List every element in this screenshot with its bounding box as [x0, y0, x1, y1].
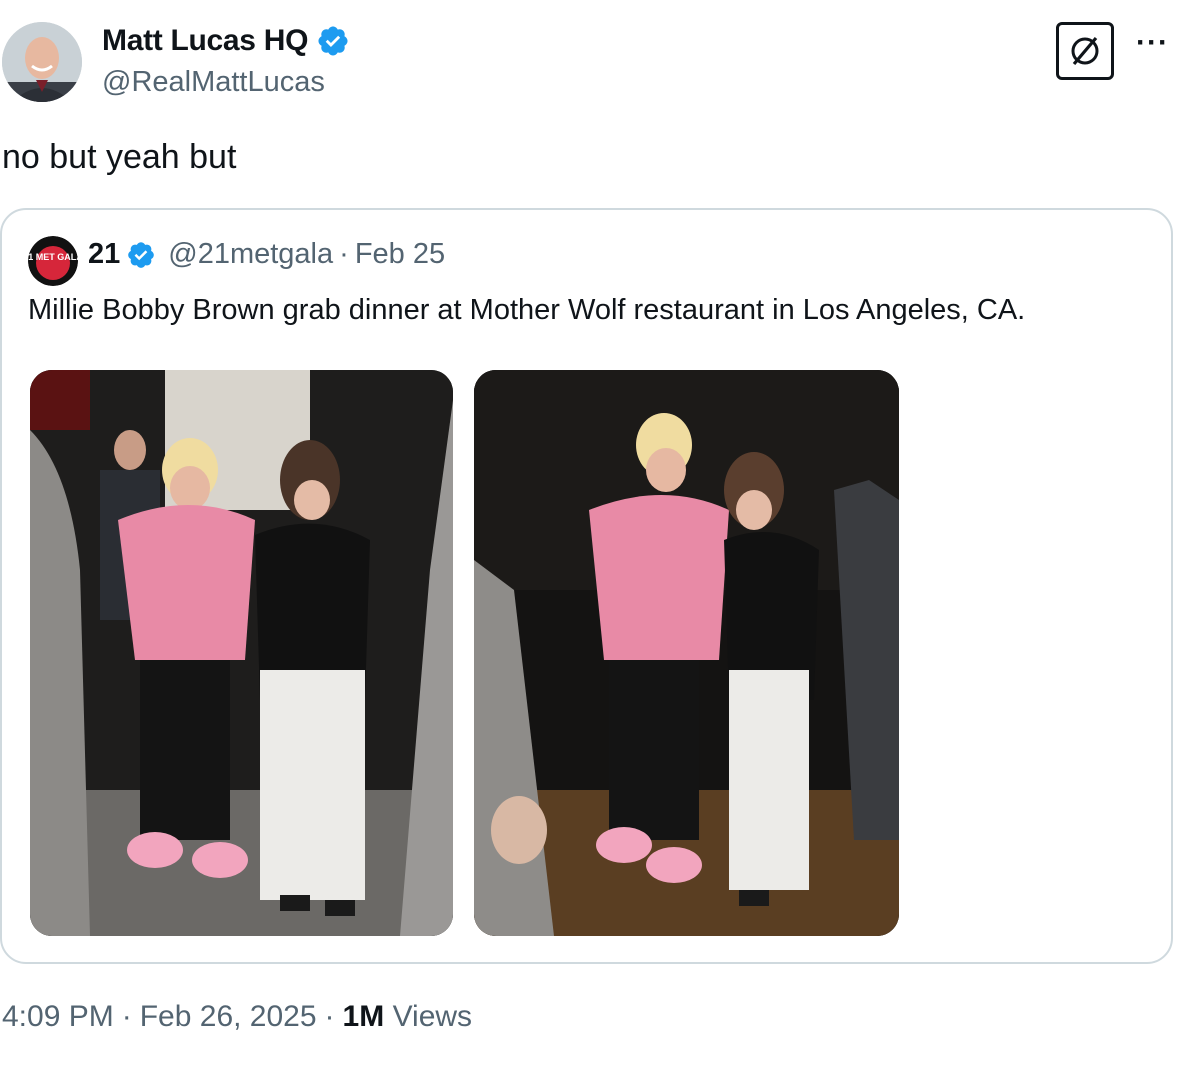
grok-button[interactable] — [1056, 22, 1114, 80]
quoted-photo-2[interactable] — [474, 370, 899, 936]
quoted-verified-badge-icon — [128, 241, 155, 268]
quoted-photo-1[interactable] — [30, 370, 453, 936]
tweet-text: no but yeah but — [2, 138, 237, 176]
quoted-author-display-name[interactable]: 21 — [88, 238, 120, 271]
quoted-author-handle[interactable]: @21metgala — [168, 238, 333, 271]
author-display-name[interactable]: Matt Lucas HQ — [102, 24, 308, 58]
tweet-header: Matt Lucas HQ @RealMattLucas ··· — [0, 0, 1200, 120]
quoted-author-avatar[interactable]: 21 MET GALA — [28, 236, 78, 286]
verified-badge-icon — [318, 26, 348, 56]
quoted-tweet-text: Millie Bobby Brown grab dinner at Mother… — [28, 294, 1026, 326]
meta-separator-1: · — [121, 1000, 132, 1033]
quoted-avatar-logo-text: 21 MET GALA — [28, 252, 78, 262]
more-icon[interactable]: ··· — [1136, 28, 1176, 58]
tweet-meta: 4:09 PM · Feb 26, 2025 · 1M Views — [2, 1000, 472, 1034]
author-avatar[interactable] — [2, 22, 82, 102]
views-count: 1M — [342, 1000, 385, 1033]
author-handle[interactable]: @RealMattLucas — [102, 66, 325, 99]
quoted-date[interactable]: Feb 25 — [355, 238, 445, 271]
quoted-separator: · — [339, 238, 349, 270]
views[interactable]: 1M Views — [343, 1000, 473, 1034]
views-label: Views — [392, 1000, 473, 1033]
tweet-time[interactable]: 4:09 PM — [2, 1000, 114, 1034]
grok-icon — [1071, 36, 1099, 66]
tweet-date[interactable]: Feb 26, 2025 — [140, 1000, 317, 1034]
meta-separator-2: · — [324, 1000, 335, 1033]
